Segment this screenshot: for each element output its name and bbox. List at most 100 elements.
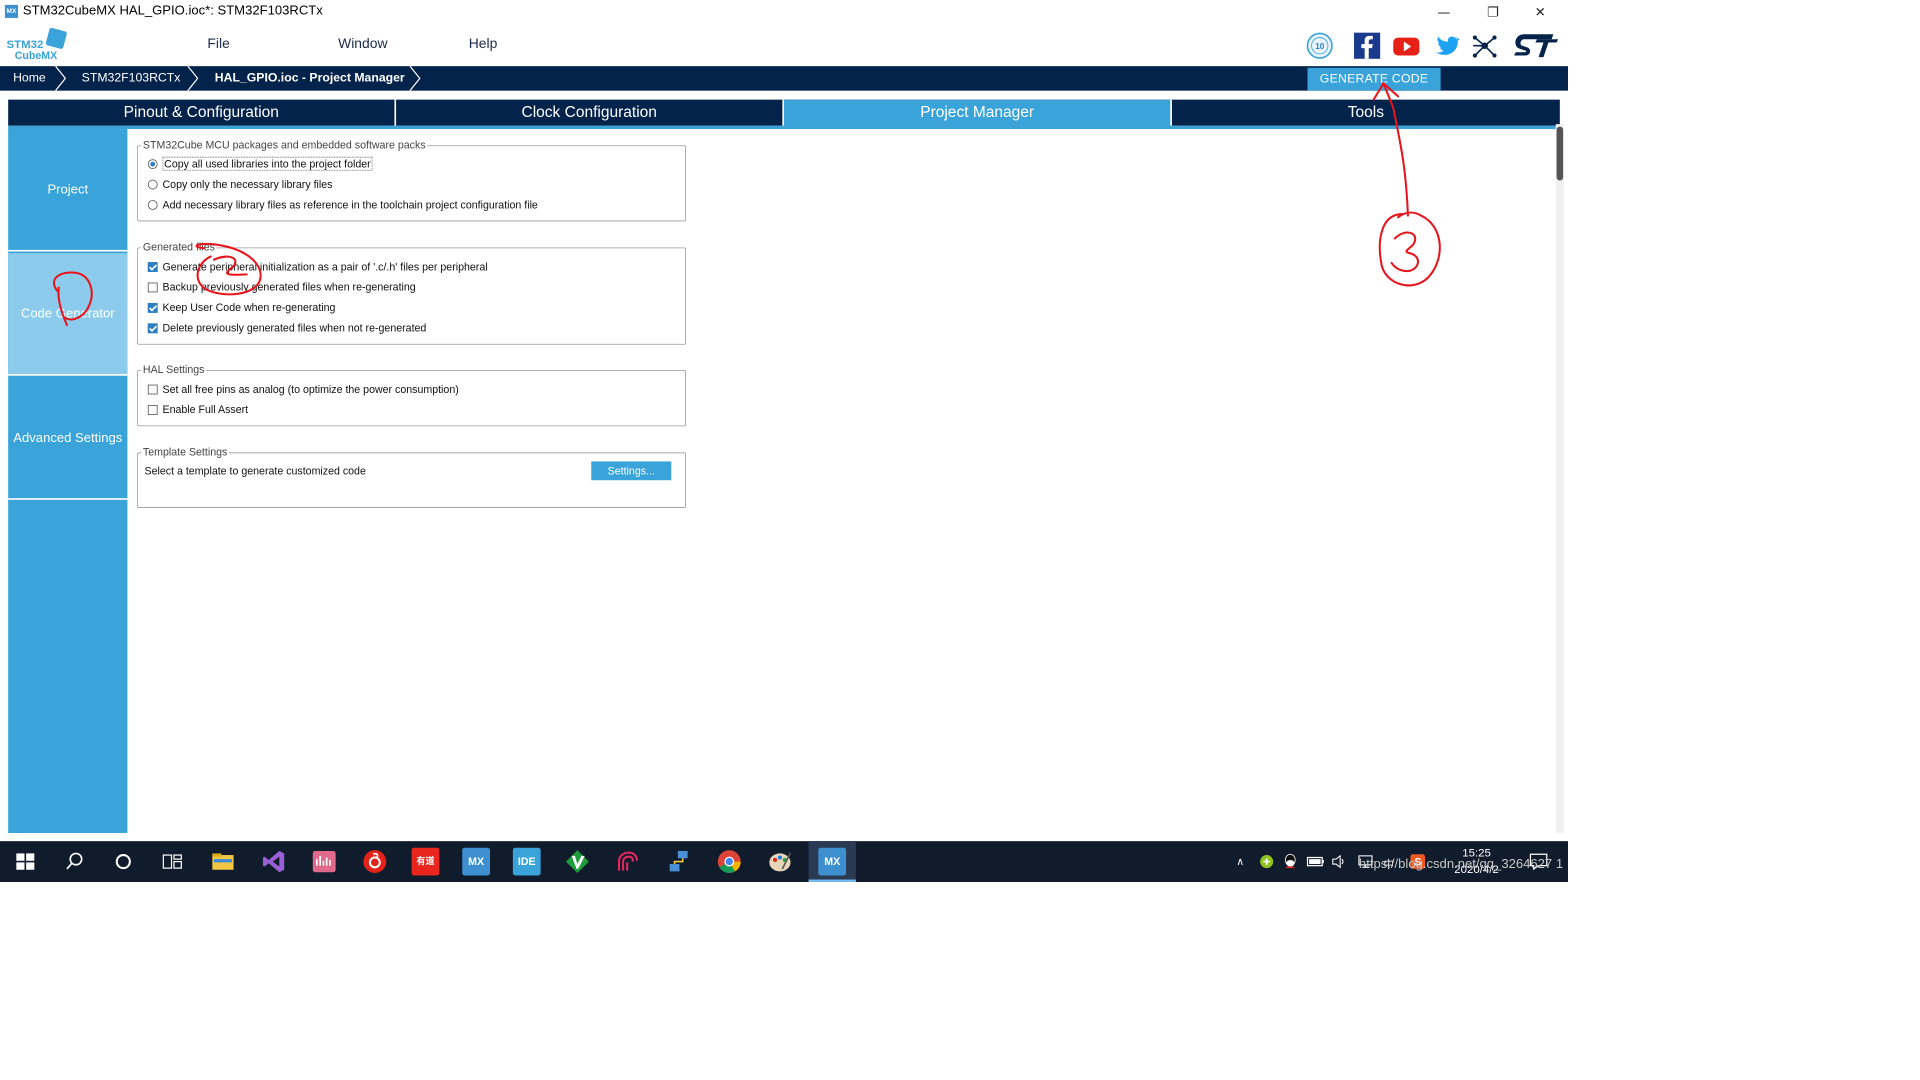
annotation-3-digit xyxy=(1390,231,1419,273)
template-settings-legend: Template Settings xyxy=(141,445,229,459)
chrome-icon[interactable] xyxy=(715,848,743,876)
tab-underline xyxy=(8,125,1560,130)
reference-libraries-option[interactable]: Add necessary library files as reference… xyxy=(147,198,538,211)
tray-app-icon[interactable] xyxy=(1259,854,1274,869)
template-description: Select a template to generate customized… xyxy=(144,464,366,477)
chevron-right-icon xyxy=(187,66,199,91)
option-label: Copy all used libraries into the project… xyxy=(162,156,373,171)
blog-watermark: https://blog.csdn.net/qq_3264627 1 xyxy=(1358,857,1564,872)
checkbox-unchecked[interactable] xyxy=(147,282,158,293)
network-icon[interactable] xyxy=(1470,31,1499,60)
checkbox-unchecked[interactable] xyxy=(147,405,158,415)
network-app-icon[interactable] xyxy=(665,848,693,876)
st-logo-icon[interactable] xyxy=(1511,31,1560,60)
checkbox-checked[interactable] xyxy=(147,262,158,272)
file-explorer-icon[interactable] xyxy=(209,848,237,876)
youdao-icon[interactable]: 有道 xyxy=(411,847,440,876)
cubemx-icon[interactable]: MX xyxy=(462,847,491,876)
free-pins-analog-option[interactable]: Set all free pins as analog (to optimize… xyxy=(147,383,459,396)
vim-icon[interactable] xyxy=(564,848,592,876)
option-label: Generate peripheral initialization as a … xyxy=(162,260,488,273)
tray-chevron-icon[interactable]: ∧ xyxy=(1236,856,1244,868)
generate-code-button[interactable]: GENERATE CODE xyxy=(1307,67,1441,91)
facebook-icon[interactable] xyxy=(1352,31,1381,60)
restore-button[interactable]: ❐ xyxy=(1473,0,1512,25)
breadcrumb-mcu[interactable]: STM32F103RCTx xyxy=(82,66,181,91)
twitter-icon[interactable] xyxy=(1431,31,1460,60)
scrollbar-thumb[interactable] xyxy=(1556,126,1564,181)
window-title: STM32CubeMX HAL_GPIO.ioc*: STM32F103RCTx xyxy=(22,4,323,18)
title-bar: MX STM32CubeMX HAL_GPIO.ioc*: STM32F103R… xyxy=(0,0,1569,25)
tab-project-manager[interactable]: Project Manager xyxy=(784,99,1172,126)
copy-all-libraries-option[interactable]: Copy all used libraries into the project… xyxy=(147,156,373,171)
menu-file[interactable]: File xyxy=(207,36,229,52)
enable-full-assert-option[interactable]: Enable Full Assert xyxy=(147,403,248,416)
audio-app-icon[interactable] xyxy=(310,848,338,876)
tab-pinout-configuration[interactable]: Pinout & Configuration xyxy=(8,99,397,126)
cube-icon xyxy=(45,27,68,50)
visual-studio-icon[interactable] xyxy=(260,848,288,876)
chevron-right-icon xyxy=(409,66,421,91)
battery-icon[interactable] xyxy=(1306,856,1325,867)
generated-files-legend: Generated files xyxy=(141,240,217,254)
keep-user-code-option[interactable]: Keep User Code when re-generating xyxy=(147,301,336,314)
anniversary-10-icon[interactable]: 10 xyxy=(1305,31,1334,60)
menu-window[interactable]: Window xyxy=(338,36,387,52)
option-label: Add necessary library files as reference… xyxy=(162,198,538,211)
generated-files-group: Generated files Generate peripheral init… xyxy=(137,240,687,345)
app-icon[interactable] xyxy=(614,848,642,876)
start-icon[interactable] xyxy=(11,848,39,876)
cubemx-active-icon[interactable]: MX xyxy=(818,847,847,876)
packs-legend: STM32Cube MCU packages and embedded soft… xyxy=(141,138,428,152)
annotation-3-circle xyxy=(1378,211,1441,287)
option-label: Delete previously generated files when n… xyxy=(162,321,427,335)
checkbox-checked[interactable] xyxy=(147,302,158,313)
checkbox-checked[interactable] xyxy=(147,323,158,334)
cubeide-icon[interactable]: IDE xyxy=(512,847,541,876)
annotation-overlay xyxy=(52,81,1441,327)
hal-settings-legend: HAL Settings xyxy=(141,363,207,376)
backup-generated-files-option[interactable]: Backup previously generated files when r… xyxy=(147,280,416,294)
vertical-scrollbar[interactable] xyxy=(1555,124,1564,834)
qq-icon[interactable] xyxy=(1284,853,1297,869)
chevron-right-icon xyxy=(55,66,67,91)
tab-clock-configuration[interactable]: Clock Configuration xyxy=(396,99,785,126)
task-view-icon[interactable] xyxy=(158,848,186,876)
svg-text:10: 10 xyxy=(1315,42,1325,51)
copy-necessary-libraries-option[interactable]: Copy only the necessary library files xyxy=(147,178,333,191)
minimize-button[interactable]: — xyxy=(1424,0,1463,25)
volume-icon[interactable] xyxy=(1331,854,1346,869)
windows-taskbar: 有道 MX IDE MX ∧ 中 S 15:25 2020/4/2 xyxy=(0,841,1569,883)
breadcrumb-home[interactable]: Home xyxy=(13,66,46,91)
delete-generated-files-option[interactable]: Delete previously generated files when n… xyxy=(147,321,427,335)
menu-help[interactable]: Help xyxy=(469,36,498,52)
netease-music-icon[interactable] xyxy=(361,848,389,876)
youtube-icon[interactable] xyxy=(1392,31,1421,60)
close-button[interactable]: ✕ xyxy=(1521,0,1560,25)
template-settings-group: Template Settings Select a template to g… xyxy=(137,445,687,508)
stm32cubemx-logo: STM32 CubeMX xyxy=(5,27,70,64)
tab-tools[interactable]: Tools xyxy=(1172,100,1560,126)
packs-group: STM32Cube MCU packages and embedded soft… xyxy=(137,138,687,222)
option-label: Backup previously generated files when r… xyxy=(162,280,416,294)
menu-bar: STM32 CubeMX File Window Help 10 xyxy=(0,24,1569,66)
nav-advanced-settings[interactable]: Advanced Settings xyxy=(8,377,128,500)
radio-unselected[interactable] xyxy=(147,200,158,210)
nav-code-generator[interactable]: Code Generator xyxy=(8,253,128,376)
checkbox-unchecked[interactable] xyxy=(147,384,158,395)
option-label: Copy only the necessary library files xyxy=(162,178,333,191)
breadcrumb-current[interactable]: HAL_GPIO.ioc - Project Manager xyxy=(215,66,405,91)
search-icon[interactable] xyxy=(60,848,88,876)
option-label: Set all free pins as analog (to optimize… xyxy=(162,383,459,396)
option-label: Keep User Code when re-generating xyxy=(162,301,336,314)
paint-icon[interactable] xyxy=(766,848,794,876)
radio-unselected[interactable] xyxy=(147,179,158,190)
generate-peripheral-pair-option[interactable]: Generate peripheral initialization as a … xyxy=(147,260,488,273)
nav-project[interactable]: Project xyxy=(8,129,128,252)
project-manager-sidenav: Project Code Generator Advanced Settings xyxy=(8,129,128,834)
radio-selected[interactable] xyxy=(147,159,158,170)
logo-text-cubemx: CubeMX xyxy=(14,49,58,62)
template-settings-button[interactable]: Settings... xyxy=(591,461,672,481)
main-tabs: Pinout & Configuration Clock Configurati… xyxy=(8,99,1560,126)
cortana-icon[interactable] xyxy=(109,848,137,876)
